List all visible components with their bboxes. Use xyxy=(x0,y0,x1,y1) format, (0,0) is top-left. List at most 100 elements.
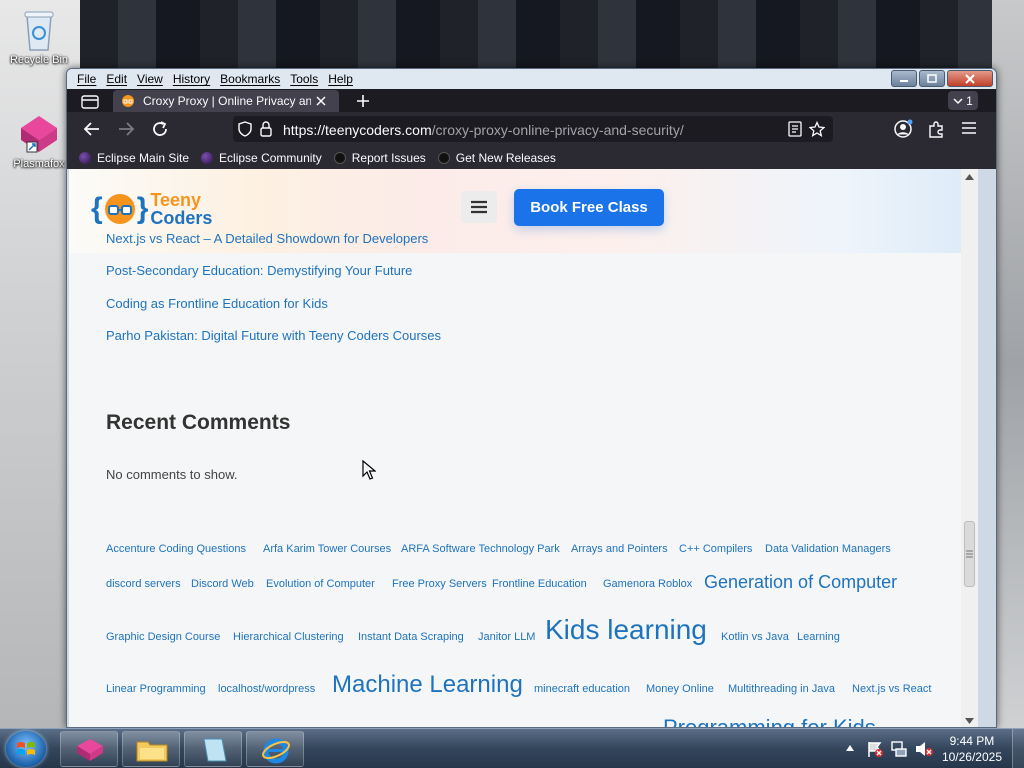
reload-icon[interactable] xyxy=(151,120,169,138)
bookmark-star-icon[interactable] xyxy=(809,121,825,137)
show-hidden-icons-arrow-icon[interactable] xyxy=(846,745,854,751)
menu-help[interactable]: Help xyxy=(328,72,353,86)
taskbar-notepad-button[interactable] xyxy=(184,731,242,767)
menu-view[interactable]: View xyxy=(137,72,163,86)
notepad-icon xyxy=(203,738,227,762)
account-icon[interactable] xyxy=(893,119,913,139)
tag-link[interactable]: Arfa Karim Tower Courses xyxy=(263,543,391,555)
taskbar-internet-explorer-button[interactable] xyxy=(246,731,304,767)
new-tab-icon[interactable] xyxy=(355,93,371,109)
scroll-up-arrow-icon[interactable] xyxy=(965,173,974,180)
tag-link[interactable]: Multithreading in Java xyxy=(728,683,835,695)
tag-link[interactable]: Kotlin vs Java xyxy=(721,631,789,643)
site-logo[interactable]: { } Teeny Coders xyxy=(91,191,212,227)
tag-link[interactable]: Kids learning xyxy=(545,614,707,646)
close-window-button[interactable] xyxy=(947,70,993,87)
menu-edit[interactable]: Edit xyxy=(106,72,127,86)
tag-link[interactable]: Discord Web xyxy=(191,578,254,590)
desktop-icon-label: Plasmafox xyxy=(13,158,65,170)
clock-time: 9:44 PM xyxy=(949,734,995,748)
tag-link[interactable]: Free Proxy Servers xyxy=(392,578,487,590)
tag-link[interactable]: Frontline Education xyxy=(492,578,587,590)
bookmark-report-issues[interactable]: Report Issues xyxy=(333,150,426,165)
tab-list-button[interactable]: 1 xyxy=(948,91,978,110)
action-center-flag-icon[interactable] xyxy=(866,740,884,758)
recent-post-link[interactable]: Coding as Frontline Education for Kids xyxy=(106,296,328,311)
reader-view-icon[interactable] xyxy=(787,121,803,137)
tab-active[interactable]: Croxy Proxy | Online Privacy anc xyxy=(113,90,339,112)
tag-link[interactable]: Instant Data Scraping xyxy=(358,631,464,643)
taskbar-file-explorer-button[interactable] xyxy=(122,731,180,767)
recent-post-link[interactable]: Next.js vs React – A Detailed Showdown f… xyxy=(106,231,428,246)
bookmark-label: Report Issues xyxy=(351,150,426,165)
recycle-bin-icon xyxy=(24,11,54,51)
system-clock[interactable]: 9:44 PM 10/26/2025 xyxy=(942,733,1002,765)
tag-link[interactable]: Janitor LLM xyxy=(478,631,535,643)
scroll-down-arrow-icon[interactable] xyxy=(965,718,974,725)
maximize-button[interactable] xyxy=(919,70,945,87)
minimize-button[interactable] xyxy=(891,70,917,87)
hamburger-menu-icon[interactable] xyxy=(961,121,977,135)
close-tab-icon[interactable] xyxy=(315,95,327,107)
show-desktop-button[interactable] xyxy=(1012,729,1024,768)
start-button[interactable] xyxy=(6,731,46,767)
menu-file[interactable]: File xyxy=(77,72,96,86)
recent-post-link[interactable]: Post-Secondary Education: Demystifying Y… xyxy=(106,263,412,278)
tag-link[interactable]: Machine Learning xyxy=(332,671,523,699)
menu-history[interactable]: History xyxy=(173,72,210,86)
tag-link[interactable]: Learning xyxy=(797,631,840,643)
back-arrow-icon[interactable] xyxy=(83,120,101,138)
logo-text: Teeny Coders xyxy=(150,191,212,227)
network-icon[interactable] xyxy=(890,740,908,758)
github-icon xyxy=(333,151,346,164)
tag-link[interactable]: C++ Compilers xyxy=(679,543,752,555)
volume-muted-icon[interactable] xyxy=(914,740,934,758)
mobile-menu-button[interactable] xyxy=(461,191,497,223)
plasmafox-icon xyxy=(77,739,103,761)
tag-link[interactable]: Graphic Design Course xyxy=(106,631,220,643)
eclipse-icon xyxy=(79,151,91,164)
tag-link[interactable]: Evolution of Computer xyxy=(266,578,375,590)
tag-link[interactable]: localhost/wordpress xyxy=(218,683,315,695)
desktop-icon-recycle-bin[interactable]: Recycle Bin xyxy=(4,8,74,66)
address-bar[interactable]: https://teenycoders.com/croxy-proxy-onli… xyxy=(233,116,833,142)
page-scrollbar[interactable] xyxy=(961,169,978,727)
menu-bookmarks[interactable]: Bookmarks xyxy=(220,72,280,86)
bookmark-eclipse-main-site[interactable]: Eclipse Main Site xyxy=(79,151,189,165)
bookmarks-toolbar: Eclipse Main Site Eclipse Community Repo… xyxy=(67,146,996,169)
tag-link[interactable]: discord servers xyxy=(106,578,181,590)
lock-icon[interactable] xyxy=(259,120,273,138)
tag-link[interactable]: ARFA Software Technology Park xyxy=(401,543,560,555)
tag-link[interactable]: Programming for Kids xyxy=(663,715,876,727)
scrollbar-thumb[interactable] xyxy=(964,521,975,587)
tag-link[interactable]: Hierarchical Clustering xyxy=(233,631,344,643)
tag-link[interactable]: Linear Programming xyxy=(106,683,206,695)
book-free-class-button[interactable]: Book Free Class xyxy=(514,189,664,226)
desktop-icon-plasmafox[interactable]: Plasmafox xyxy=(4,112,74,170)
taskbar-plasmafox-button[interactable] xyxy=(60,731,118,767)
url-path: /croxy-proxy-online-privacy-and-security… xyxy=(431,122,684,138)
tag-link[interactable]: Data Validation Managers xyxy=(765,543,891,555)
bookmark-get-new-releases[interactable]: Get New Releases xyxy=(437,151,556,165)
tag-link[interactable]: Next.js vs React xyxy=(852,683,931,695)
shield-icon[interactable] xyxy=(237,121,253,137)
eclipse-icon xyxy=(201,151,214,164)
tag-link[interactable]: Gamenora Roblox xyxy=(603,578,692,590)
tag-link[interactable]: minecraft education xyxy=(534,683,630,695)
tab-overview-icon[interactable] xyxy=(81,93,99,109)
extensions-icon[interactable] xyxy=(927,120,945,138)
forward-arrow-icon[interactable] xyxy=(117,120,135,138)
tab-title: Croxy Proxy | Online Privacy anc xyxy=(143,94,311,108)
tag-link[interactable]: Accenture Coding Questions xyxy=(106,543,246,555)
logo-brace-right: } xyxy=(136,192,149,225)
recent-post-link[interactable]: Parho Pakistan: Digital Future with Teen… xyxy=(106,328,441,343)
minimize-icon xyxy=(900,79,908,82)
no-comments-text: No comments to show. xyxy=(106,467,238,482)
tag-link[interactable]: Money Online xyxy=(646,683,714,695)
recent-comments-heading: Recent Comments xyxy=(106,411,291,434)
tag-link[interactable]: Generation of Computer xyxy=(704,572,897,593)
bookmark-eclipse-community[interactable]: Eclipse Community xyxy=(201,151,322,165)
menu-tools[interactable]: Tools xyxy=(290,72,318,86)
tag-link[interactable]: Arrays and Pointers xyxy=(571,543,668,555)
navigation-bar: https://teenycoders.com/croxy-proxy-onli… xyxy=(67,112,996,146)
